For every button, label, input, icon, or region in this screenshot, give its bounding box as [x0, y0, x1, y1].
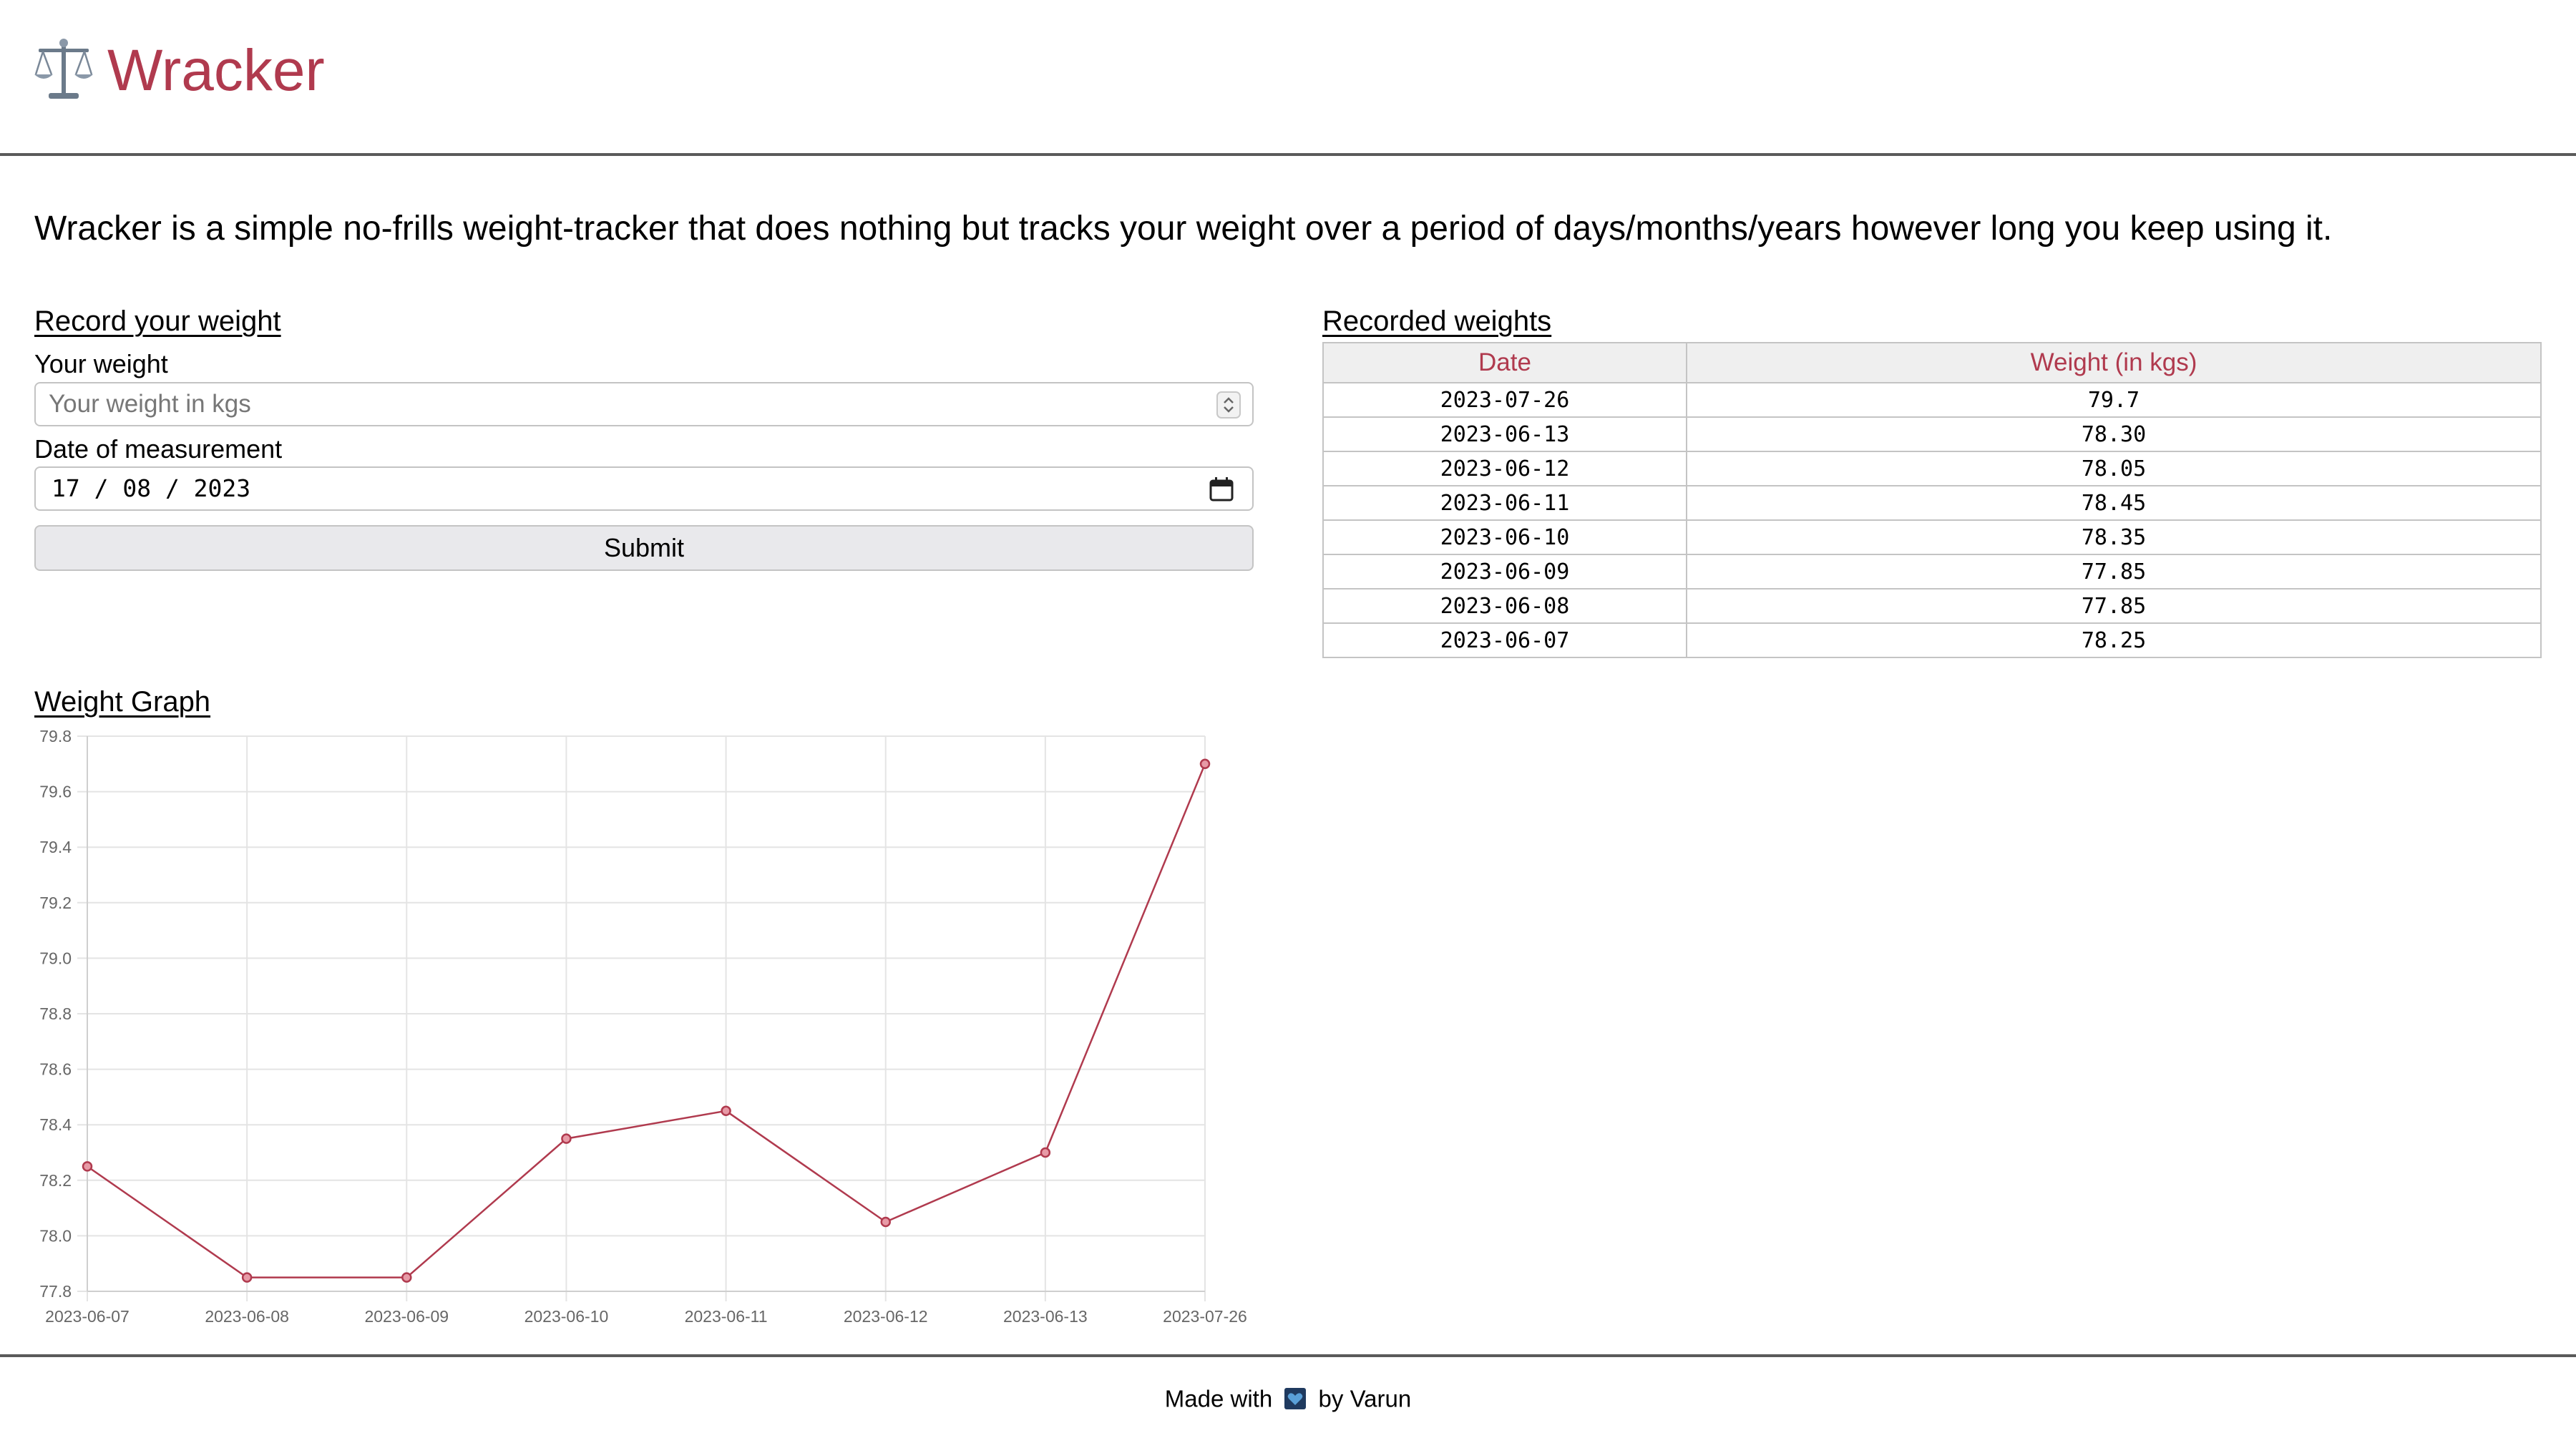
submit-button[interactable]: Submit [34, 525, 1254, 571]
weight-graph-heading: Weight Graph [34, 686, 211, 718]
data-point [401, 1272, 412, 1283]
x-tick-label: 2023-06-07 [45, 1307, 130, 1326]
weight-cell: 78.05 [1686, 451, 2542, 486]
y-tick-label: 78.6 [39, 1060, 72, 1079]
weight-line-chart: 77.8 78.0 78.2 78.4 78.6 78.8 79.0 79.2 79.4 79.6… [39, 727, 1247, 1326]
weight-cell: 78.45 [1686, 485, 2542, 521]
data-point [1040, 1147, 1051, 1158]
data-point [721, 1105, 731, 1117]
weight-cell: 79.7 [1686, 382, 2542, 418]
y-tick-label: 78.0 [39, 1226, 72, 1245]
x-tick-label: 2023-06-09 [364, 1307, 449, 1326]
x-tick-label: 2023-06-10 [525, 1307, 609, 1326]
weight-cell: 78.30 [1686, 416, 2542, 452]
y-tick-label: 79.0 [39, 949, 72, 967]
date-cell: 2023-06-09 [1322, 554, 1687, 590]
y-tick-label: 79.4 [39, 838, 72, 856]
app-header: Wracker [0, 0, 2576, 156]
weight-input-placeholder: Your weight in kgs [49, 390, 251, 418]
y-tick-label: 77.8 [39, 1282, 72, 1301]
data-point [1199, 758, 1211, 770]
date-cell: 2023-06-11 [1322, 485, 1687, 521]
series-line [87, 763, 1206, 1278]
date-cell: 2023-06-08 [1322, 588, 1687, 624]
y-tick-label: 79.8 [39, 727, 72, 745]
date-cell: 2023-06-13 [1322, 416, 1687, 452]
data-point [241, 1272, 253, 1283]
date-cell: 2023-07-26 [1322, 382, 1687, 418]
weight-label: Your weight [34, 349, 168, 378]
date-cell: 2023-06-10 [1322, 519, 1687, 555]
balance-scale-icon [34, 39, 93, 99]
date-input[interactable]: 17 / 08 / 2023 [34, 466, 1254, 511]
page-footer: Made with by Varun [0, 1354, 2576, 1448]
column-header-weight: Weight (in kgs) [1686, 342, 2542, 383]
date-cell: 2023-06-07 [1322, 622, 1687, 658]
footer-prefix: Made with [1164, 1385, 1273, 1412]
y-tick-label: 78.2 [39, 1171, 72, 1190]
table-row: 2023-07-26 79.7 [1322, 382, 2542, 418]
date-input-value: 17 / 08 / 2023 [52, 474, 251, 502]
date-cell: 2023-06-12 [1322, 451, 1687, 486]
table-row: 2023-06-10 78.35 [1322, 519, 2542, 555]
weight-cell: 78.35 [1686, 519, 2542, 555]
x-tick-label: 2023-06-08 [205, 1307, 289, 1326]
record-weight-heading: Record your weight [34, 305, 281, 337]
calendar-icon[interactable] [1209, 476, 1234, 502]
footer-credit: Made with by Varun [0, 1381, 2576, 1414]
table-row: 2023-06-09 77.85 [1322, 554, 2542, 590]
table-row: 2023-06-13 78.30 [1322, 416, 2542, 452]
intro-text: Wracker is a simple no-frills weight-tra… [34, 210, 2333, 248]
table-row: 2023-06-07 78.25 [1322, 622, 2542, 658]
data-point [82, 1161, 93, 1172]
x-tick-label: 2023-06-12 [844, 1307, 928, 1326]
x-tick-label: 2023-06-11 [685, 1307, 768, 1326]
table-header-row: Date Weight (in kgs) [1322, 342, 2542, 383]
data-point [880, 1216, 891, 1228]
weight-cell: 77.85 [1686, 554, 2542, 590]
weight-input[interactable]: Your weight in kgs [34, 382, 1254, 426]
y-tick-label: 79.2 [39, 894, 72, 912]
y-tick-label: 79.6 [39, 783, 72, 801]
table-row: 2023-06-08 77.85 [1322, 588, 2542, 624]
x-tick-label: 2023-07-26 [1163, 1307, 1247, 1326]
table-row: 2023-06-12 78.05 [1322, 451, 2542, 486]
weight-cell: 77.85 [1686, 588, 2542, 624]
footer-suffix: by Varun [1318, 1385, 1412, 1412]
y-tick-label: 78.4 [39, 1115, 72, 1134]
recorded-weights-heading: Recorded weights [1322, 305, 1552, 337]
heart-icon [1284, 1388, 1307, 1410]
data-point [561, 1133, 572, 1144]
y-tick-label: 78.8 [39, 1004, 72, 1023]
weight-cell: 78.25 [1686, 622, 2542, 658]
date-label: Date of measurement [34, 434, 283, 464]
table-row: 2023-06-11 78.45 [1322, 485, 2542, 521]
recorded-weights-table: Date Weight (in kgs) 2023-07-26 79.7 2023… [1322, 342, 2542, 658]
x-tick-label: 2023-06-13 [1003, 1307, 1088, 1326]
number-stepper-icon[interactable] [1216, 391, 1241, 419]
column-header-date: Date [1322, 342, 1687, 383]
app-title: Wracker [107, 38, 325, 103]
